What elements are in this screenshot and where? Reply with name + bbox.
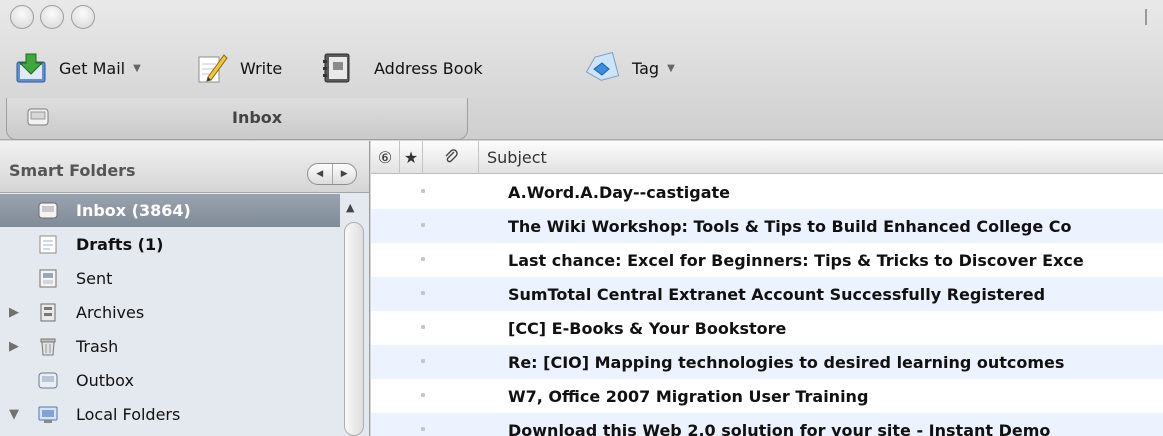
- message-subject: The Wiki Workshop: Tools & Tips to Build…: [508, 216, 1072, 236]
- tag-icon: [582, 51, 620, 84]
- star-icon: ★: [403, 148, 419, 167]
- folder-label: Local Folders: [76, 405, 181, 424]
- zoom-window-button[interactable]: [71, 5, 95, 29]
- toolbar-toggle[interactable]: [1145, 9, 1147, 25]
- message-subject: [CC] E-Books & Your Bookstore: [508, 318, 787, 338]
- address-book-button[interactable]: Address Book: [322, 50, 483, 86]
- thread-icon: ⑥: [377, 148, 393, 167]
- minimize-window-button[interactable]: [40, 5, 64, 29]
- collapse-arrow-icon[interactable]: ▼: [9, 407, 19, 422]
- read-status-icon[interactable]: [421, 189, 425, 193]
- folder-item-trash[interactable]: ▶ Trash: [0, 330, 340, 363]
- folder-label: Outbox: [76, 371, 134, 390]
- message-subject: A.Word.A.Day--castigate: [508, 182, 730, 202]
- address-book-label: Address Book: [374, 58, 483, 78]
- scrollbar-thumb[interactable]: [344, 222, 364, 436]
- expand-arrow-icon[interactable]: ▶: [9, 339, 19, 354]
- close-window-button[interactable]: [10, 5, 34, 29]
- folder-pane: Smart Folders ◀ ▶ Inbox (3864) Drafts (1…: [0, 141, 370, 436]
- folder-label: Sent: [76, 269, 113, 288]
- tag-label: Tag: [632, 58, 660, 78]
- message-subject: W7, Office 2007 Migration User Training: [508, 386, 869, 406]
- message-list-header: ⑥ ★ Subject: [371, 141, 1163, 174]
- message-row[interactable]: Last chance: Excel for Beginners: Tips &…: [371, 243, 1163, 277]
- folder-item-inbox[interactable]: Inbox (3864): [0, 194, 340, 227]
- write-pencil-icon: [196, 52, 228, 84]
- inbox-tray-icon: [27, 108, 49, 126]
- get-mail-button[interactable]: Get Mail ▼: [15, 50, 141, 86]
- message-subject: Download this Web 2.0 solution for your …: [508, 420, 1051, 436]
- message-list: ⑥ ★ Subject A.Word.A.Day--castigate The …: [371, 141, 1163, 436]
- sent-icon: [38, 269, 58, 288]
- folder-item-archives[interactable]: ▶ Archives: [0, 296, 340, 329]
- trash-icon: [38, 337, 58, 356]
- folder-label: Inbox (3864): [76, 201, 191, 220]
- read-status-icon[interactable]: [421, 291, 425, 295]
- get-mail-icon: [15, 52, 47, 84]
- write-label: Write: [240, 58, 283, 78]
- folder-label: Trash: [76, 337, 119, 356]
- message-row[interactable]: The Wiki Workshop: Tools & Tips to Build…: [371, 209, 1163, 243]
- scroll-up-arrow-icon[interactable]: ▲: [346, 201, 354, 214]
- expand-arrow-icon[interactable]: ▶: [9, 305, 19, 320]
- read-status-icon[interactable]: [421, 393, 425, 397]
- get-mail-label: Get Mail: [59, 58, 126, 78]
- message-row[interactable]: Download this Web 2.0 solution for your …: [371, 413, 1163, 436]
- paperclip-icon: [444, 148, 458, 168]
- read-status-icon[interactable]: [421, 325, 425, 329]
- folder-pane-header: Smart Folders ◀ ▶: [0, 141, 369, 193]
- local-folders-icon: [38, 405, 58, 424]
- folder-view-switcher[interactable]: ◀ ▶: [307, 163, 357, 185]
- folder-view-title: Smart Folders: [9, 161, 136, 180]
- message-subject: SumTotal Central Extranet Account Succes…: [508, 284, 1046, 304]
- tab-bar: Inbox: [0, 96, 1163, 140]
- read-status-icon[interactable]: [421, 427, 425, 431]
- tab-inbox[interactable]: Inbox: [6, 98, 468, 140]
- thread-column-header[interactable]: ⑥: [371, 141, 400, 174]
- message-row[interactable]: [CC] E-Books & Your Bookstore: [371, 311, 1163, 345]
- get-mail-dropdown-icon[interactable]: ▼: [133, 63, 141, 74]
- folder-item-sent[interactable]: Sent: [0, 262, 340, 295]
- folder-item-local-folders[interactable]: ▼ Local Folders: [0, 398, 340, 431]
- folder-pane-scrollbar[interactable]: ▲: [342, 197, 366, 436]
- read-status-icon[interactable]: [421, 223, 425, 227]
- tag-dropdown-icon[interactable]: ▼: [667, 63, 675, 74]
- subject-column-label: Subject: [487, 148, 547, 167]
- archives-icon: [38, 303, 58, 322]
- folder-label: Archives: [76, 303, 145, 322]
- folder-label: Drafts (1): [76, 235, 164, 254]
- address-book-icon: [322, 52, 352, 84]
- toolbar: Get Mail ▼ Write Address Book Tag ▼ Inbo…: [0, 0, 1163, 140]
- write-button[interactable]: Write: [196, 50, 282, 86]
- read-status-icon[interactable]: [421, 359, 425, 363]
- next-view-icon[interactable]: ▶: [333, 164, 357, 184]
- read-status-icon[interactable]: [421, 257, 425, 261]
- outbox-icon: [38, 371, 58, 390]
- folder-item-outbox[interactable]: Outbox: [0, 364, 340, 397]
- attachment-column-header[interactable]: [423, 141, 479, 174]
- tag-button[interactable]: Tag ▼: [582, 50, 675, 86]
- tab-inbox-label: Inbox: [232, 108, 283, 127]
- folder-item-drafts[interactable]: Drafts (1): [0, 228, 340, 261]
- drafts-icon: [38, 235, 58, 254]
- message-row[interactable]: W7, Office 2007 Migration User Training: [371, 379, 1163, 413]
- message-subject: Re: [CIO] Mapping technologies to desire…: [508, 352, 1065, 372]
- subject-column-header[interactable]: Subject: [479, 141, 1163, 174]
- inbox-tray-icon: [38, 201, 58, 220]
- previous-view-icon[interactable]: ◀: [308, 164, 333, 184]
- starred-column-header[interactable]: ★: [400, 141, 423, 174]
- message-row[interactable]: A.Word.A.Day--castigate: [371, 175, 1163, 209]
- message-row[interactable]: SumTotal Central Extranet Account Succes…: [371, 277, 1163, 311]
- message-row[interactable]: Re: [CIO] Mapping technologies to desire…: [371, 345, 1163, 379]
- message-subject: Last chance: Excel for Beginners: Tips &…: [508, 250, 1084, 270]
